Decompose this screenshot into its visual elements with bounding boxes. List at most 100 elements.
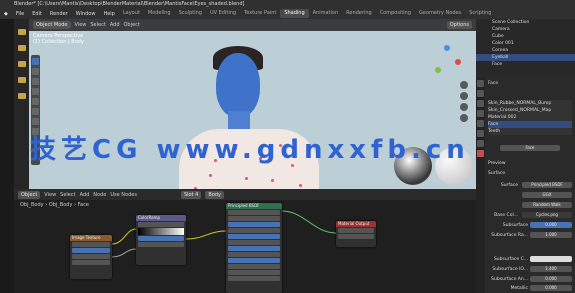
folder-icon[interactable]: [17, 45, 26, 51]
select-menu[interactable]: Select: [90, 22, 105, 28]
material-slot[interactable]: Material.002: [488, 114, 572, 121]
outliner-item[interactable]: Color 001: [476, 40, 575, 47]
render-tab-icon[interactable]: [477, 90, 484, 97]
subsurface-method-dropdown[interactable]: Random Walk: [522, 202, 572, 208]
folder-icon[interactable]: [17, 29, 26, 35]
node-field[interactable]: [72, 254, 110, 259]
transform-tool-icon[interactable]: [32, 108, 39, 115]
folder-icon[interactable]: [17, 93, 26, 99]
view-menu[interactable]: View: [75, 22, 87, 28]
select-tool-icon[interactable]: [32, 58, 39, 65]
add-menu[interactable]: Add: [110, 22, 120, 28]
pan-hand-icon[interactable]: [460, 92, 468, 100]
object-menu[interactable]: Object: [124, 22, 140, 28]
node-field[interactable]: [338, 234, 374, 239]
outliner-item[interactable]: Cornea: [476, 47, 575, 54]
node-field[interactable]: [228, 264, 280, 269]
material-output-node[interactable]: Material Output: [336, 221, 376, 247]
distribution-dropdown[interactable]: GGX: [522, 192, 572, 198]
material-slot[interactable]: Face: [488, 121, 572, 128]
property-value[interactable]: 1.400: [530, 266, 572, 272]
object-tab-icon[interactable]: [477, 130, 484, 137]
material-slot[interactable]: Skin_Rubbe_NORMAL_Bump: [488, 100, 572, 107]
tool-tab-icon[interactable]: [477, 80, 484, 87]
navigation-gizmo[interactable]: [431, 45, 463, 77]
node-field[interactable]: [72, 260, 110, 265]
tab-sculpting[interactable]: Sculpting: [175, 9, 206, 18]
z-axis-icon[interactable]: [444, 45, 450, 51]
tab-scripting[interactable]: Scripting: [465, 9, 495, 18]
node-field[interactable]: [228, 252, 280, 257]
rotate-tool-icon[interactable]: [32, 88, 39, 95]
scene-tab-icon[interactable]: [477, 110, 484, 117]
node-field[interactable]: [228, 246, 280, 251]
node-field[interactable]: [138, 242, 184, 247]
principled-bsdf-node[interactable]: Principled BSDF: [226, 203, 282, 293]
tab-shading[interactable]: Shading: [280, 9, 309, 18]
y-axis-icon[interactable]: [435, 67, 441, 73]
outliner-item[interactable]: Cube: [476, 33, 575, 40]
menu-render[interactable]: Render: [46, 11, 72, 17]
world-tab-icon[interactable]: [477, 120, 484, 127]
node-field[interactable]: [228, 210, 280, 215]
tab-modeling[interactable]: Modeling: [144, 9, 175, 18]
property-value[interactable]: 0.000: [530, 285, 572, 291]
tab-geometry-nodes[interactable]: Geometry Nodes: [415, 9, 465, 18]
material-slot[interactable]: Teeth: [488, 128, 572, 135]
image-texture-node[interactable]: Image Texture: [70, 235, 112, 279]
menu-window[interactable]: Window: [72, 11, 100, 17]
zoom-icon[interactable]: [460, 81, 468, 89]
menu-edit[interactable]: Edit: [28, 11, 46, 17]
color-ramp-gradient[interactable]: [138, 228, 184, 235]
node-field[interactable]: [228, 216, 280, 221]
material-slot[interactable]: Skin_Crossed_NORMAL_Map: [488, 107, 572, 114]
colorramp-node[interactable]: ColorRamp: [136, 215, 186, 265]
outliner-item[interactable]: Face: [476, 61, 575, 68]
surface-shader-dropdown[interactable]: Principled BSDF: [522, 182, 572, 188]
blender-logo-icon[interactable]: ◆: [0, 11, 12, 17]
mode-dropdown[interactable]: Object Mode: [33, 21, 71, 29]
tab-texture-paint[interactable]: Texture Paint: [240, 9, 280, 18]
material-tab-icon[interactable]: [477, 150, 484, 157]
node-field[interactable]: [228, 276, 280, 281]
material-name-field[interactable]: Face: [500, 145, 560, 151]
cursor-tool-icon[interactable]: [32, 68, 39, 75]
options-dropdown[interactable]: Options: [446, 21, 472, 29]
property-value[interactable]: 0.000: [530, 222, 572, 228]
node-field[interactable]: [72, 242, 110, 247]
outliner-item[interactable]: Eyeball: [476, 54, 575, 61]
character-head[interactable]: [216, 53, 260, 117]
outliner-item[interactable]: Camera: [476, 26, 575, 33]
menu-file[interactable]: File: [12, 11, 28, 17]
tab-layout[interactable]: Layout: [119, 9, 144, 18]
x-axis-icon[interactable]: [455, 59, 461, 65]
shader-node-editor[interactable]: Object View Select Add Node Use Nodes Sl…: [14, 189, 476, 293]
node-field[interactable]: [138, 236, 184, 241]
node-field[interactable]: [228, 228, 280, 233]
outliner-item[interactable]: Scene Collection: [476, 19, 575, 26]
output-tab-icon[interactable]: [477, 100, 484, 107]
preview-section[interactable]: Preview: [488, 160, 572, 167]
node-field[interactable]: [228, 222, 280, 227]
tab-animation[interactable]: Animation: [309, 9, 343, 18]
node-field[interactable]: [338, 228, 374, 233]
annotate-tool-icon[interactable]: [32, 118, 39, 125]
node-field[interactable]: [228, 270, 280, 275]
surface-section[interactable]: Surface: [488, 170, 572, 177]
node-field[interactable]: [138, 222, 184, 227]
tab-compositing[interactable]: Compositing: [376, 9, 415, 18]
property-value[interactable]: 1.000: [530, 232, 572, 238]
node-field[interactable]: [72, 248, 110, 253]
folder-icon[interactable]: [17, 77, 26, 83]
folder-icon[interactable]: [17, 61, 26, 67]
property-value[interactable]: 0.000: [530, 276, 572, 282]
scale-tool-icon[interactable]: [32, 98, 39, 105]
menu-help[interactable]: Help: [99, 11, 118, 17]
tab-uv-editing[interactable]: UV Editing: [206, 9, 240, 18]
node-field[interactable]: [228, 240, 280, 245]
camera-view-icon[interactable]: [460, 103, 468, 111]
grid-perspective-icon[interactable]: [460, 114, 468, 122]
node-field[interactable]: [228, 258, 280, 263]
node-field[interactable]: [228, 234, 280, 239]
base-color-link[interactable]: Cycles.png: [522, 212, 572, 218]
